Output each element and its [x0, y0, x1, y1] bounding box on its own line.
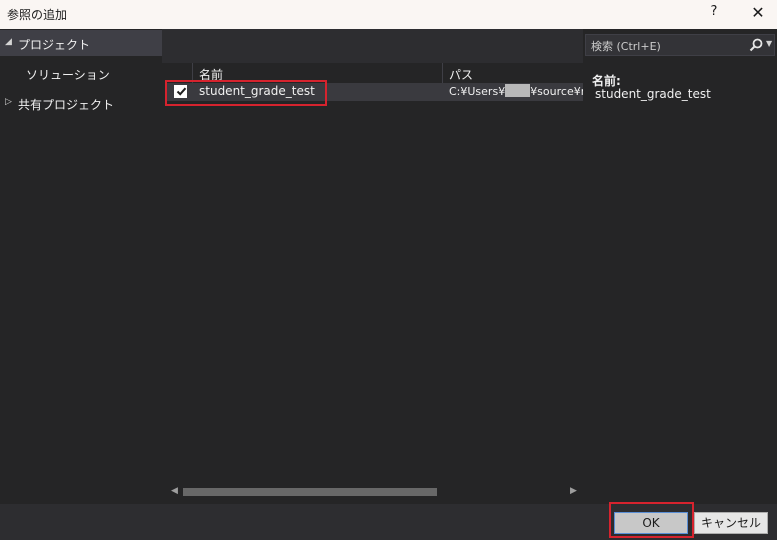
table-row[interactable]: student_grade_test C:¥Users¥ ¥source¥repo… — [166, 83, 583, 101]
list-header: 名前 パス — [166, 63, 583, 83]
help-button[interactable]: ? — [705, 4, 723, 24]
path-suffix: ¥source¥repos¥ — [530, 85, 583, 98]
collapsed-arrow-icon[interactable]: ▷ — [5, 97, 12, 107]
sidebar-item-label: ソリューション — [26, 68, 110, 82]
title-bar: 参照の追加 ? ✕ — [0, 0, 777, 29]
search-input[interactable]: 検索 (Ctrl+E) ▼ — [585, 34, 775, 56]
expanded-arrow-icon[interactable]: ◢ — [5, 37, 12, 47]
column-header-path[interactable]: パス — [444, 63, 583, 83]
column-header-label: 名前 — [199, 68, 224, 82]
center-toolbar — [162, 29, 583, 63]
sidebar-item-shared-projects[interactable]: ▷ 共有プロジェクト — [0, 90, 162, 116]
search-icon[interactable] — [749, 38, 763, 52]
column-header-name[interactable]: 名前 — [194, 63, 443, 83]
project-name: student_grade_test — [199, 84, 315, 98]
sidebar-item-label: 共有プロジェクト — [18, 98, 115, 112]
sidebar-item-solution[interactable]: ソリューション — [0, 60, 162, 86]
sidebar-item-label: プロジェクト — [18, 38, 91, 52]
ok-button[interactable]: OK — [614, 512, 688, 534]
category-sidebar: ◢ プロジェクト ソリューション ▷ 共有プロジェクト — [0, 29, 162, 504]
search-options-chevron-icon[interactable]: ▼ — [766, 39, 772, 48]
property-name-value: student_grade_test — [595, 87, 711, 101]
scroll-right-icon[interactable]: ▶ — [570, 486, 577, 496]
dialog-title: 参照の追加 — [7, 8, 68, 22]
checkmark-icon — [176, 87, 187, 96]
redacted-username — [505, 84, 531, 97]
sidebar-item-projects[interactable]: ◢ プロジェクト — [0, 30, 162, 56]
scroll-left-icon[interactable]: ◀ — [171, 486, 178, 496]
column-header-label: パス — [449, 68, 474, 82]
horizontal-scrollbar[interactable]: ◀ ▶ — [166, 484, 583, 500]
cancel-button[interactable]: キャンセル — [694, 512, 768, 534]
project-path: C:¥Users¥ ¥source¥repos¥ — [449, 84, 583, 100]
scrollbar-thumb[interactable] — [183, 488, 437, 496]
project-list: 名前 パス student_grade_test C:¥Users¥ ¥sourc… — [166, 63, 583, 484]
path-prefix: C:¥Users¥ — [449, 85, 506, 98]
project-checkbox[interactable] — [174, 85, 187, 98]
column-header-check[interactable] — [166, 63, 193, 83]
close-button[interactable]: ✕ — [748, 3, 768, 23]
search-placeholder: 検索 (Ctrl+E) — [591, 40, 661, 53]
